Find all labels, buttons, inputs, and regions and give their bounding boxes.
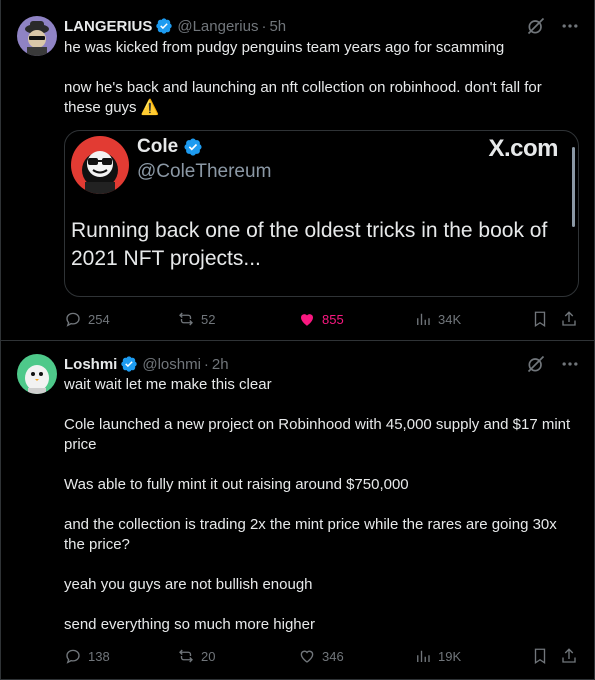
post-time[interactable]: 2h xyxy=(212,356,229,373)
avatar-image xyxy=(17,354,57,394)
post-paragraph: wait wait let me make this clear xyxy=(64,376,272,393)
views-button[interactable]: 19K xyxy=(414,647,461,665)
more-icon[interactable] xyxy=(560,354,580,374)
heart-icon xyxy=(300,650,314,663)
reply-icon xyxy=(66,312,80,327)
quote-avatar-image xyxy=(71,136,129,194)
post-paragraph: Cole launched a new project on Robinhood… xyxy=(64,416,571,453)
like-button[interactable]: 346 xyxy=(298,647,344,665)
grok-icon[interactable] xyxy=(526,16,546,36)
post-actions: 254 52 855 34K xyxy=(64,310,582,330)
post-paragraph: Was able to fully mint it out raising ar… xyxy=(64,476,409,493)
author-handle[interactable]: @loshmi xyxy=(142,356,201,373)
post-top-actions xyxy=(526,354,580,374)
card-scrollbar[interactable] xyxy=(572,147,575,227)
share-icon xyxy=(562,311,576,326)
share-icon xyxy=(562,648,576,663)
avatar-image xyxy=(17,16,57,56)
quote-author-handle[interactable]: @ColeThereum xyxy=(137,161,271,183)
repost-count: 52 xyxy=(201,311,216,327)
reply-count: 138 xyxy=(88,648,110,664)
repost-count: 20 xyxy=(201,648,216,664)
like-button[interactable]: 855 xyxy=(298,310,344,328)
quote-author-name[interactable]: Cole xyxy=(137,136,178,158)
views-count: 34K xyxy=(438,311,462,327)
post-paragraph: send everything so much more higher xyxy=(64,616,315,633)
repost-icon xyxy=(179,312,193,326)
post-text: he was kicked from pudgy penguins team y… xyxy=(64,38,579,118)
bookmark-button[interactable] xyxy=(531,310,555,328)
share-button[interactable] xyxy=(560,647,584,665)
verified-badge-icon xyxy=(183,137,203,157)
repost-icon xyxy=(179,649,193,663)
more-icon[interactable] xyxy=(560,16,580,36)
bookmark-button[interactable] xyxy=(531,647,555,665)
post-paragraph: he was kicked from pudgy penguins team y… xyxy=(64,39,505,56)
quote-name-row: Cole xyxy=(137,136,203,158)
like-count: 855 xyxy=(322,311,344,327)
post-top-actions xyxy=(526,16,580,36)
views-icon xyxy=(417,313,430,325)
post-text: wait wait let me make this clear Cole la… xyxy=(64,375,579,635)
views-icon xyxy=(417,650,430,662)
reply-button[interactable]: 254 xyxy=(64,310,110,328)
post-loshmi[interactable]: Loshmi @loshmi · 2h wait wait let me mak… xyxy=(1,341,595,680)
quote-avatar[interactable] xyxy=(71,136,129,194)
bookmark-icon xyxy=(534,311,546,328)
separator-dot: · xyxy=(203,355,209,373)
post-paragraph: yeah you guys are not bullish enough xyxy=(64,576,313,593)
heart-filled-icon xyxy=(301,314,313,326)
author-name[interactable]: Loshmi xyxy=(64,356,117,373)
post-actions: 138 20 346 19K xyxy=(64,647,582,667)
post-header: LANGERIUS @Langerius · 5h xyxy=(64,16,286,36)
views-button[interactable]: 34K xyxy=(414,310,461,328)
separator-dot: · xyxy=(261,17,267,35)
grok-icon[interactable] xyxy=(526,354,546,374)
reply-icon xyxy=(66,649,80,664)
timeline: LANGERIUS @Langerius · 5h he was kicked … xyxy=(0,0,595,680)
repost-button[interactable]: 52 xyxy=(177,310,215,328)
reply-count: 254 xyxy=(88,311,110,327)
author-handle[interactable]: @Langerius xyxy=(177,18,258,35)
verified-badge-icon xyxy=(155,17,173,35)
like-count: 346 xyxy=(322,648,344,664)
avatar[interactable] xyxy=(17,354,57,394)
share-button[interactable] xyxy=(560,310,584,328)
post-paragraph: and the collection is trading 2x the min… xyxy=(64,516,557,553)
views-count: 19K xyxy=(438,648,462,664)
post-langerius[interactable]: LANGERIUS @Langerius · 5h he was kicked … xyxy=(1,0,595,340)
post-header: Loshmi @loshmi · 2h xyxy=(64,354,229,374)
bookmark-icon xyxy=(534,648,546,665)
reply-button[interactable]: 138 xyxy=(64,647,110,665)
avatar[interactable] xyxy=(17,16,57,56)
author-name[interactable]: LANGERIUS xyxy=(64,18,152,35)
quote-text: Running back one of the oldest tricks in… xyxy=(71,219,548,270)
verified-badge-icon xyxy=(120,355,138,373)
x-logo: X.com xyxy=(488,135,558,162)
quoted-card[interactable]: Cole @ColeThereum X.com Running back one… xyxy=(64,130,579,297)
post-paragraph: now he's back and launching an nft colle… xyxy=(64,79,542,116)
repost-button[interactable]: 20 xyxy=(177,647,215,665)
post-time[interactable]: 5h xyxy=(269,18,286,35)
